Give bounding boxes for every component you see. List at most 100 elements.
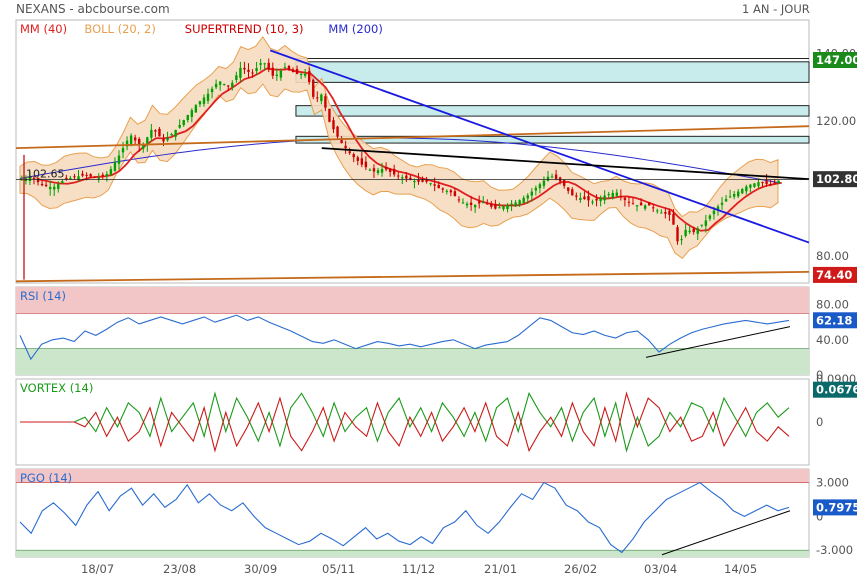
candle-body: [158, 128, 161, 137]
x-tick-label: 26/02: [564, 562, 597, 576]
candle-body: [530, 191, 534, 196]
candle-body: [392, 168, 396, 175]
candle-body: [579, 197, 582, 200]
candle-body: [93, 176, 96, 178]
candle-body: [198, 101, 202, 105]
rsi-ytick: 40.00: [816, 333, 849, 347]
candle-body: [676, 227, 679, 242]
price-badge: 147.00: [816, 53, 860, 67]
candle-body: [348, 151, 351, 154]
price-badge: 102.80: [816, 172, 860, 186]
candle-body: [247, 69, 250, 72]
chart-canvas: NEXANS - abcbourse.com 1 AN - JOUR MM (4…: [15, 2, 860, 576]
candle-body: [214, 83, 218, 88]
candle-body: [737, 191, 740, 197]
candle-body: [40, 183, 44, 186]
x-tick-label: 11/12: [402, 562, 435, 576]
candle-body: [397, 175, 400, 177]
candle-body: [65, 177, 68, 180]
candle-body: [210, 88, 214, 93]
candle-body: [562, 179, 566, 186]
candle-body: [692, 228, 695, 233]
candle-body: [567, 187, 570, 191]
candle-body: [150, 129, 153, 138]
candle-body: [105, 174, 109, 176]
candle-body: [494, 203, 497, 209]
candle-body: [356, 157, 359, 161]
candle-body: [295, 69, 299, 74]
candle-body: [732, 193, 736, 197]
candle-body: [283, 67, 287, 69]
candle-body: [372, 168, 376, 172]
candle-body: [255, 68, 258, 72]
rsi-title: RSI (14): [20, 289, 66, 303]
candle-body: [615, 192, 619, 196]
resistance-zone: [295, 105, 810, 117]
candle-body: [538, 184, 542, 189]
candle-body: [433, 184, 436, 186]
candle-body: [518, 200, 521, 205]
candle-body: [482, 202, 485, 204]
candle-body: [117, 155, 121, 164]
candle-body: [724, 199, 728, 202]
pgo-series-line: [19, 481, 790, 554]
candle-body: [308, 71, 311, 83]
candle-body: [704, 220, 708, 226]
candle-body: [303, 73, 307, 76]
candle-body: [231, 82, 234, 87]
candle-body: [680, 239, 683, 241]
candle-body: [643, 205, 647, 209]
candle-body: [441, 188, 444, 190]
candle-body: [109, 169, 113, 175]
vortex-ytick: 0: [816, 415, 823, 429]
candle-body: [89, 174, 92, 177]
candle-body: [453, 191, 457, 197]
candle-body: [44, 184, 48, 187]
candle-body: [81, 173, 84, 176]
candle-body: [344, 145, 347, 149]
candle-body: [186, 115, 189, 121]
candle-body: [757, 182, 760, 187]
candle-body: [227, 85, 230, 87]
candle-body: [753, 183, 756, 187]
x-tick-label: 14/05: [724, 562, 757, 576]
candle-body: [647, 202, 651, 206]
candle-body: [101, 174, 104, 176]
x-tick-label: 30/09: [244, 562, 277, 576]
candle-body: [587, 196, 590, 201]
candle-body: [546, 176, 550, 181]
price-annotation: 102.65: [26, 168, 65, 181]
candle-body: [656, 210, 659, 212]
candle-body: [652, 207, 655, 209]
candle-body: [445, 190, 449, 192]
candle-body: [380, 169, 384, 173]
candle-body: [332, 120, 335, 130]
candle-body: [761, 182, 764, 184]
vortex-title: VORTEX (14): [20, 381, 93, 395]
candle-body: [170, 133, 173, 136]
candle-body: [449, 190, 453, 193]
pgo-trendline: [661, 510, 791, 556]
candle-body: [312, 79, 315, 97]
candle-body: [765, 180, 768, 184]
pgo-ytick: -3.000: [816, 543, 853, 557]
candle-body: [194, 105, 198, 113]
candle-body: [243, 67, 246, 70]
candle-body: [688, 230, 691, 233]
candle-body: [534, 187, 538, 191]
chart-stage: NEXANS - abcbourse.com 1 AN - JOUR MM (4…: [0, 0, 860, 580]
candle-body: [154, 130, 157, 132]
candle-body: [413, 180, 416, 183]
candle-body: [316, 97, 319, 99]
candle-body: [522, 197, 525, 203]
rsi-overbought-zone: [16, 287, 809, 314]
legend-entry: BOLL (20, 2): [84, 22, 155, 36]
candle-body: [664, 212, 667, 214]
candle-body: [700, 224, 703, 226]
candle-body: [486, 203, 489, 205]
x-tick-label: 21/01: [484, 562, 517, 576]
candle-body: [405, 175, 408, 179]
candle-body: [526, 195, 529, 199]
candle-body: [554, 174, 558, 179]
price-badge: 74.40: [816, 268, 852, 282]
